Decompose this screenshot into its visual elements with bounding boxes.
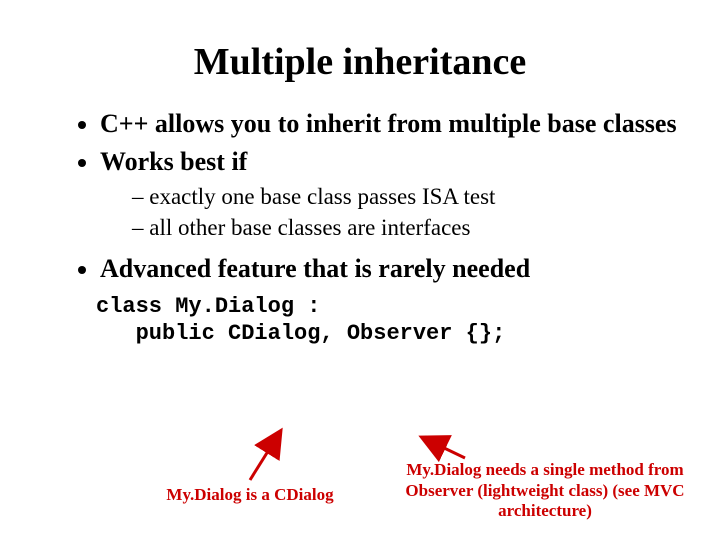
arrow-right-icon	[440, 446, 465, 458]
bullet-list: C++ allows you to inherit from multiple …	[40, 108, 680, 285]
arrow-left-icon	[250, 448, 270, 480]
slide: Multiple inheritance C++ allows you to i…	[0, 0, 720, 540]
slide-title: Multiple inheritance	[40, 40, 680, 84]
code-snippet: class My.Dialog : public CDialog, Observ…	[96, 293, 680, 348]
bullet-3: Advanced feature that is rarely needed	[100, 253, 680, 285]
sub-bullet-1: exactly one base class passes ISA test	[132, 183, 680, 212]
annotation-right: My.Dialog needs a single method from Obs…	[400, 460, 690, 522]
annotation-left: My.Dialog is a CDialog	[155, 485, 345, 505]
sub-bullet-list: exactly one base class passes ISA test a…	[100, 183, 680, 243]
bullet-1: C++ allows you to inherit from multiple …	[100, 108, 680, 140]
sub-bullet-2: all other base classes are interfaces	[132, 214, 680, 243]
bullet-2: Works best if	[100, 146, 680, 178]
